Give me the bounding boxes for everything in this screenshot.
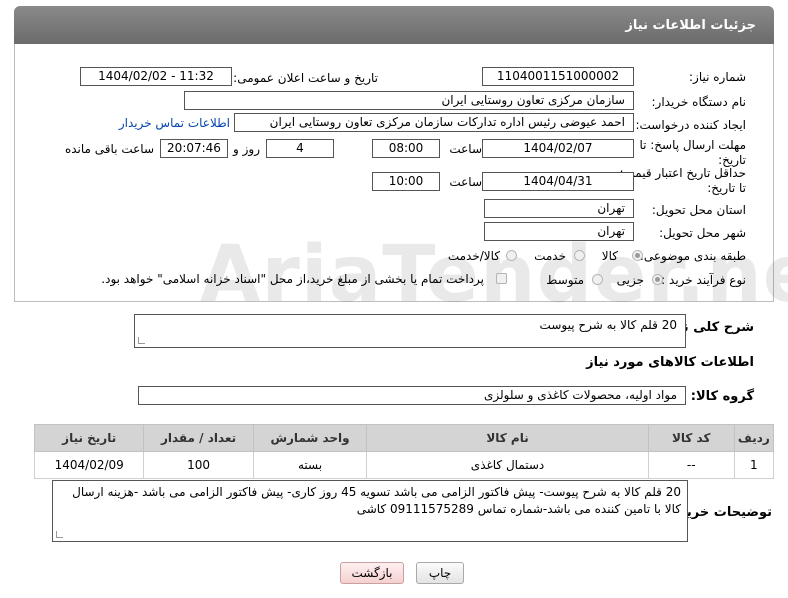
- category-service-label: خدمت: [534, 249, 566, 263]
- col-header-row-number: ردیف: [733, 424, 775, 452]
- remaining-time-label: ساعت باقی مانده: [64, 142, 154, 156]
- treasury-payment-note: پرداخت تمام یا بخشی از مبلغ خرید،از محل …: [101, 272, 484, 286]
- category-goods-label: کالا: [601, 249, 618, 263]
- deadline-time-field[interactable]: 08:00: [372, 139, 440, 158]
- process-medium-label: متوسط: [546, 273, 584, 287]
- cell-code: --: [647, 451, 735, 479]
- cell-row-number: 1: [733, 451, 775, 479]
- process-medium-radio[interactable]: [592, 274, 603, 285]
- creator-label: ایجاد کننده درخواست:: [635, 118, 746, 132]
- category-goods-radio[interactable]: [632, 250, 643, 261]
- deadline-label: مهلت ارسال پاسخ: تا: [639, 138, 746, 152]
- panel-title: جزئیات اطلاعات نیاز: [625, 18, 756, 33]
- province-field[interactable]: تهران: [484, 199, 634, 218]
- announce-datetime-field[interactable]: 1404/02/02 - 11:32: [80, 67, 232, 86]
- deadline-date-label: تاریخ:: [718, 153, 746, 167]
- price-validity-date-label: تا تاریخ:: [707, 181, 746, 195]
- cell-need-date: 1404/02/09: [33, 451, 145, 479]
- city-field[interactable]: تهران: [484, 222, 634, 241]
- price-validity-label: حداقل تاریخ اعتبار قیمت:: [619, 166, 746, 180]
- table-row[interactable]: 1 -- دستمال کاغذی بسته 100 1404/02/09: [33, 451, 775, 479]
- cell-name: دستمال کاغذی: [366, 451, 649, 479]
- col-header-unit: واحد شمارش: [252, 424, 368, 452]
- remaining-days-field[interactable]: 4: [266, 139, 334, 158]
- validity-time-label: ساعت: [449, 175, 482, 189]
- category-goods-service-label: کالا/خدمت: [447, 249, 500, 263]
- goods-info-title: اطلاعات کالاهای مورد نیاز: [586, 355, 754, 370]
- buyer-contact-link[interactable]: اطلاعات تماس خریدار: [119, 116, 230, 130]
- deadline-date-field[interactable]: 1404/02/07: [482, 139, 634, 158]
- need-number-field[interactable]: 1104001151000002: [482, 67, 634, 86]
- print-button[interactable]: چاپ: [416, 562, 464, 584]
- creator-field[interactable]: احمد عیوضی رئیس اداره تدارکات سازمان مرک…: [234, 113, 634, 132]
- deadline-time-label: ساعت: [449, 142, 482, 156]
- table-header-row: ردیف کد کالا نام کالا واحد شمارش تعداد /…: [33, 424, 775, 452]
- announce-label: تاریخ و ساعت اعلان عمومی:: [233, 71, 378, 85]
- process-minor-radio[interactable]: [652, 274, 663, 285]
- need-number-label: شماره نیاز:: [689, 70, 746, 84]
- remaining-time-field[interactable]: 20:07:46: [160, 139, 228, 158]
- category-service-radio[interactable]: [574, 250, 585, 261]
- category-label: طبقه بندی موضوعی:: [639, 249, 746, 263]
- cell-quantity: 100: [143, 451, 254, 479]
- buyer-notes-textarea[interactable]: 20 قلم کالا به شرح پیوست- پیش فاکتور الز…: [52, 480, 688, 542]
- process-minor-label: جزیی: [616, 273, 644, 287]
- treasury-payment-checkbox[interactable]: [496, 273, 507, 284]
- validity-time-field[interactable]: 10:00: [372, 172, 440, 191]
- back-button[interactable]: بازگشت: [340, 562, 404, 584]
- col-header-quantity: تعداد / مقدار: [143, 424, 254, 452]
- province-label: استان محل تحویل:: [651, 203, 746, 217]
- goods-group-field[interactable]: مواد اولیه، محصولات کاغذی و سلولزی: [138, 386, 686, 405]
- col-header-need-date: تاریخ نیاز: [33, 424, 145, 452]
- category-goods-service-radio[interactable]: [506, 250, 517, 261]
- days-label: روز و: [233, 142, 260, 156]
- col-header-name: نام کالا: [366, 424, 649, 452]
- validity-date-field[interactable]: 1404/04/31: [482, 172, 634, 191]
- cell-unit: بسته: [252, 451, 368, 479]
- process-type-label: نوع فرآیند خرید :: [661, 273, 746, 287]
- goods-group-label: گروه کالا:: [690, 389, 754, 404]
- items-table: ردیف کد کالا نام کالا واحد شمارش تعداد /…: [33, 424, 775, 479]
- city-label: شهر محل تحویل:: [659, 226, 746, 240]
- buyer-org-field[interactable]: سازمان مرکزی تعاون روستایی ایران: [184, 91, 634, 110]
- panel-header: جزئیات اطلاعات نیاز: [14, 6, 774, 44]
- description-textarea[interactable]: 20 قلم کالا به شرح پیوست: [134, 314, 686, 348]
- buyer-org-label: نام دستگاه خریدار:: [651, 95, 747, 109]
- col-header-code: کد کالا: [647, 424, 735, 452]
